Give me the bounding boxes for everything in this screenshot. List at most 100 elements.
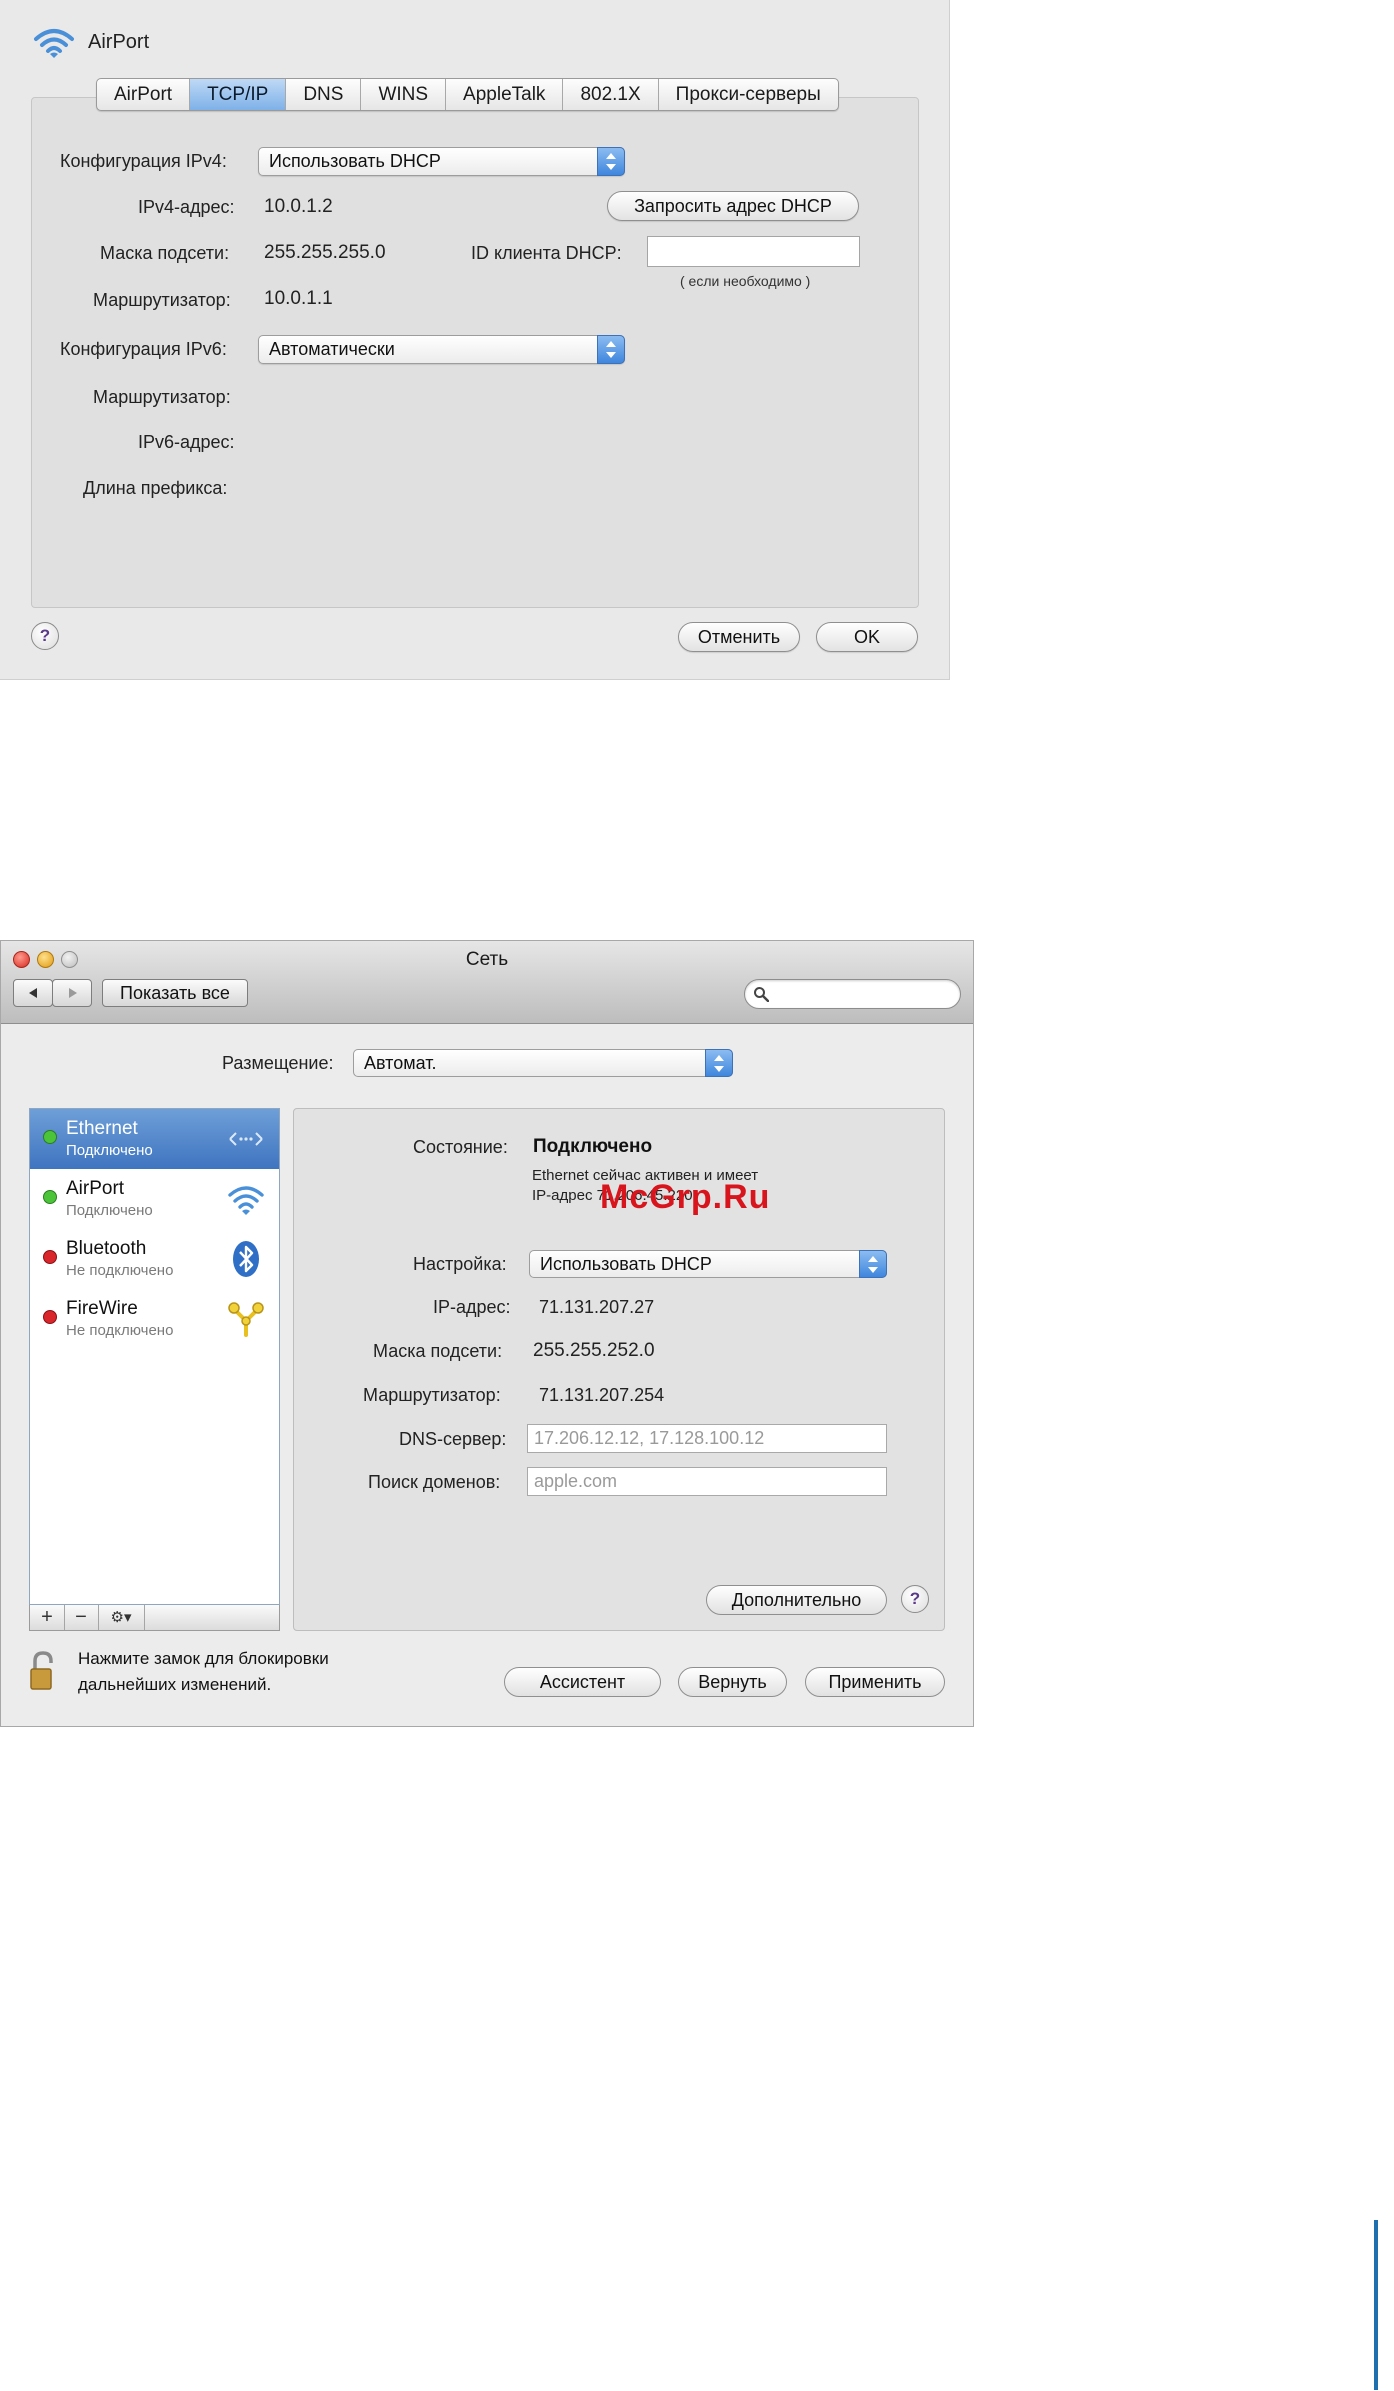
prefix-length-label: Длина префикса:	[83, 478, 228, 498]
service-name: FireWire	[66, 1298, 138, 1319]
forward-button[interactable]	[52, 979, 92, 1007]
action-menu-button[interactable]: ⚙▾	[98, 1605, 145, 1630]
help-button[interactable]: ?	[31, 622, 59, 650]
subnet-mask-value: 255.255.255.0	[264, 242, 386, 263]
page-edge-rule	[1374, 2220, 1378, 2390]
back-arrow-icon	[29, 988, 37, 998]
ipv6-router-label: Маршрутизатор:	[93, 387, 231, 407]
tab-tcpip[interactable]: TCP/IP	[190, 79, 287, 110]
tab-bar: AirPort TCP/IP DNS WINS AppleTalk 802.1X…	[96, 78, 839, 111]
subnet-mask-value: 255.255.252.0	[533, 1340, 655, 1361]
service-name: Bluetooth	[66, 1238, 147, 1259]
service-item-firewire[interactable]: FireWire Не подключено	[30, 1289, 279, 1349]
service-status: Подключено	[66, 1202, 153, 1219]
help-button[interactable]: ?	[901, 1585, 929, 1613]
router-value: 71.131.207.254	[539, 1385, 665, 1405]
revert-button[interactable]: Вернуть	[678, 1667, 787, 1697]
ipv4-config-value: Использовать DHCP	[269, 151, 441, 171]
popup-arrows-icon	[597, 147, 625, 176]
tab-8021x[interactable]: 802.1X	[563, 79, 659, 110]
tab-dns[interactable]: DNS	[286, 79, 362, 110]
assistant-button[interactable]: Ассистент	[504, 1667, 661, 1697]
status-label: Состояние:	[413, 1137, 508, 1157]
popup-arrows-icon	[705, 1049, 733, 1077]
lock-hint-line2: дальнейших изменений.	[78, 1675, 272, 1694]
location-popup[interactable]: Автомат.	[353, 1049, 733, 1077]
service-status: Не подключено	[66, 1322, 174, 1339]
status-dot-icon	[43, 1310, 57, 1324]
popup-arrows-icon	[859, 1250, 887, 1278]
ip-address-label: IP-адрес:	[433, 1297, 511, 1317]
ipv6-config-label: Конфигурация IPv6:	[60, 339, 227, 359]
tab-proxies[interactable]: Прокси-серверы	[659, 79, 838, 110]
dns-server-label: DNS-сервер:	[399, 1429, 507, 1449]
cancel-button[interactable]: Отменить	[678, 622, 800, 652]
service-item-ethernet[interactable]: Ethernet Подключено	[30, 1109, 279, 1169]
search-input[interactable]	[744, 979, 961, 1009]
ethernet-icon	[229, 1132, 263, 1146]
service-name: Ethernet	[66, 1118, 138, 1139]
bluetooth-icon	[233, 1241, 259, 1277]
ipv4-address-label: IPv4-адрес:	[138, 197, 235, 217]
subnet-mask-label: Маска подсети:	[373, 1341, 503, 1361]
renew-dhcp-button[interactable]: Запросить адрес DHCP	[607, 191, 859, 221]
lock-icon[interactable]	[29, 1651, 57, 1691]
status-value: Подключено	[533, 1136, 653, 1157]
configure-ipv4-popup[interactable]: Использовать DHCP	[529, 1250, 887, 1278]
network-preferences-window: Сеть Показать все Размещение: Автомат. E…	[0, 940, 974, 1727]
service-status: Не подключено	[66, 1262, 174, 1279]
service-list: Ethernet Подключено AirPort Подключено B…	[29, 1108, 280, 1605]
subnet-mask-label: Маска подсети:	[100, 243, 230, 263]
configure-label: Настройка:	[413, 1254, 507, 1274]
search-domains-label: Поиск доменов:	[368, 1472, 501, 1492]
advanced-button[interactable]: Дополнительно	[706, 1585, 887, 1615]
window-title: Сеть	[465, 949, 509, 970]
back-button[interactable]	[13, 979, 53, 1007]
location-label: Размещение:	[222, 1053, 334, 1073]
forward-arrow-icon	[69, 988, 77, 998]
popup-arrows-icon	[597, 335, 625, 364]
window-toolbar: Сеть Показать все	[1, 941, 973, 1024]
ipv4-config-label: Конфигурация IPv4:	[60, 151, 227, 171]
apply-button[interactable]: Применить	[805, 1667, 945, 1697]
tab-airport[interactable]: AirPort	[97, 79, 191, 110]
lock-hint-line1: Нажмите замок для блокировки	[78, 1649, 329, 1668]
ipv6-config-value: Автоматически	[269, 339, 395, 359]
service-status: Подключено	[66, 1142, 153, 1159]
service-list-toolbar: + − ⚙▾	[29, 1605, 280, 1631]
wifi-icon	[34, 29, 74, 58]
router-label: Маршрутизатор:	[93, 290, 231, 310]
remove-service-button[interactable]: −	[64, 1605, 99, 1630]
add-service-button[interactable]: +	[30, 1605, 65, 1630]
firewire-icon	[228, 1302, 264, 1337]
status-dot-icon	[43, 1250, 57, 1264]
ipv6-address-label: IPv6-адрес:	[138, 432, 235, 452]
wifi-icon	[228, 1186, 264, 1215]
service-item-bluetooth[interactable]: Bluetooth Не подключено	[30, 1229, 279, 1289]
watermark-text: McGrp.Ru	[600, 1178, 771, 1216]
service-name: AirPort	[66, 1178, 125, 1199]
sheet-title: AirPort	[88, 31, 150, 53]
router-value: 10.0.1.1	[264, 288, 333, 309]
tab-appletalk[interactable]: AppleTalk	[446, 79, 564, 110]
dhcp-client-id-hint: ( если необходимо )	[680, 273, 811, 289]
dhcp-client-id-field[interactable]	[647, 236, 860, 267]
ok-button[interactable]: OK	[816, 622, 918, 652]
service-item-airport[interactable]: AirPort Подключено	[30, 1169, 279, 1229]
ipv6-config-popup[interactable]: Автоматически	[258, 335, 625, 364]
dns-server-field[interactable]: 17.206.12.12, 17.128.100.12	[527, 1424, 887, 1453]
dhcp-client-id-label: ID клиента DHCP:	[471, 243, 622, 263]
search-icon	[754, 987, 769, 1002]
ip-address-value: 71.131.207.27	[539, 1297, 655, 1317]
ipv4-config-popup[interactable]: Использовать DHCP	[258, 147, 625, 176]
search-domains-field[interactable]: apple.com	[527, 1467, 887, 1496]
ipv4-address-value: 10.0.1.2	[264, 196, 333, 217]
airport-tcpip-sheet: AirPort AirPort TCP/IP DNS WINS AppleTal…	[0, 0, 950, 680]
tab-wins[interactable]: WINS	[361, 79, 447, 110]
status-dot-icon	[43, 1190, 57, 1204]
configure-value: Использовать DHCP	[540, 1254, 712, 1274]
router-label: Маршрутизатор:	[363, 1385, 501, 1405]
location-value: Автомат.	[364, 1053, 437, 1073]
show-all-button[interactable]: Показать все	[102, 979, 248, 1007]
status-dot-icon	[43, 1130, 57, 1144]
